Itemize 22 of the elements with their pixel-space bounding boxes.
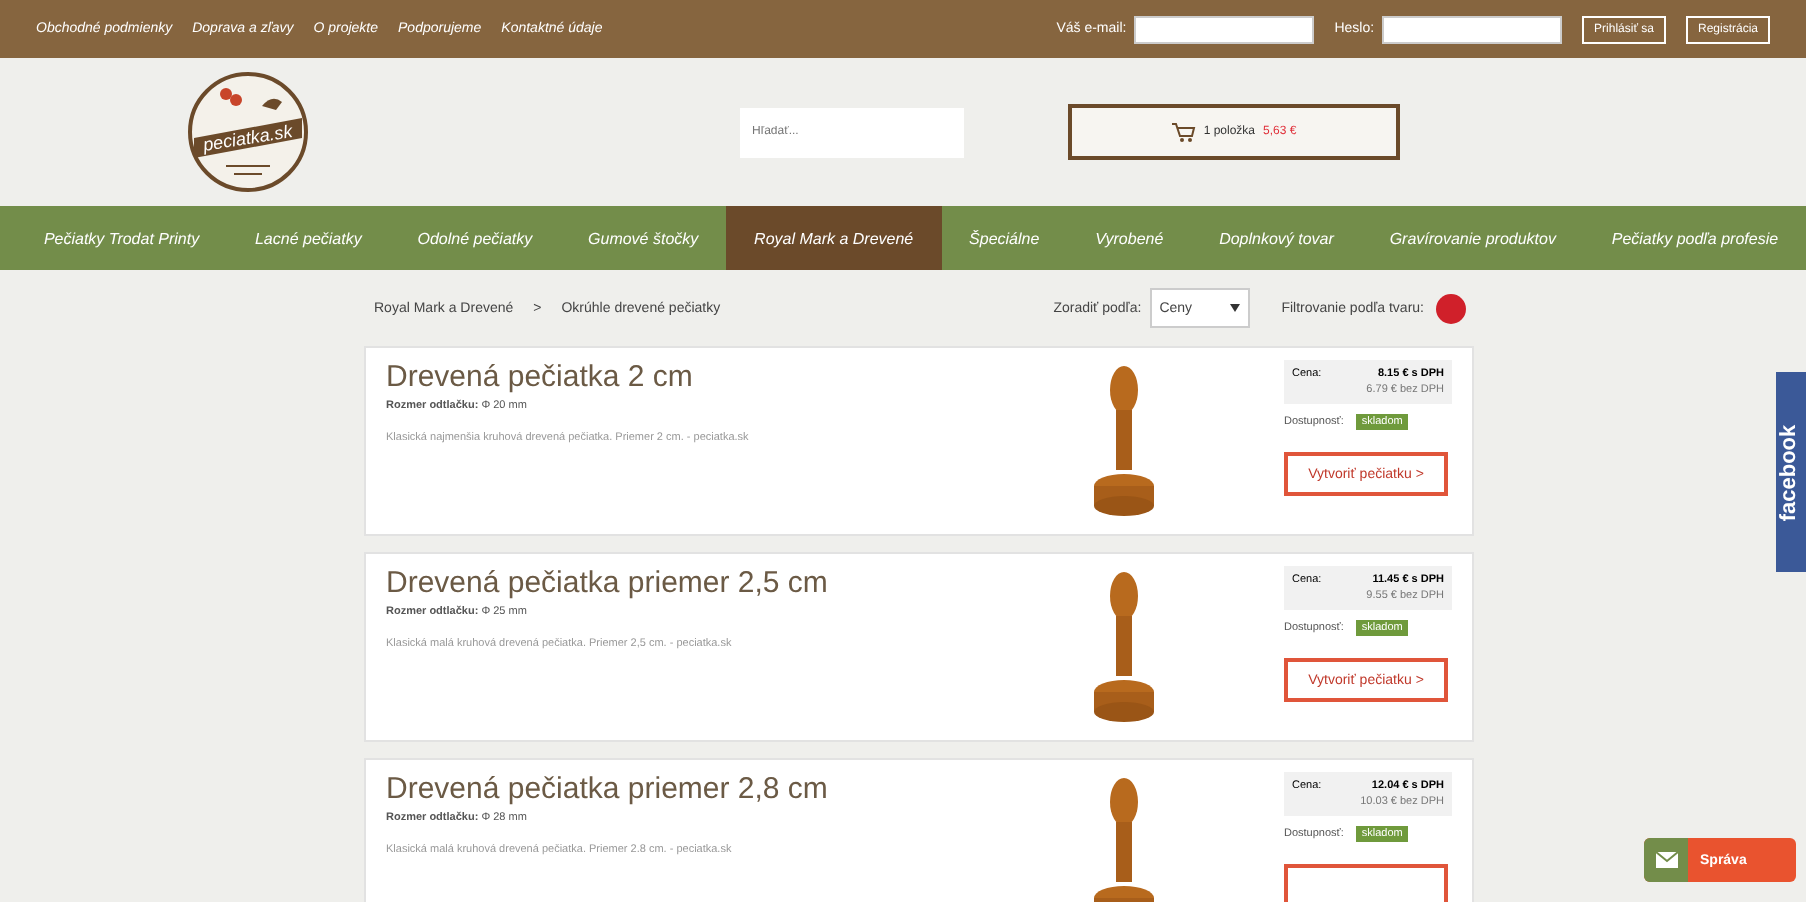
email-field[interactable] bbox=[1134, 15, 1315, 43]
shape-filter-dot[interactable] bbox=[1436, 293, 1466, 323]
product-title[interactable]: Drevená pečiatka priemer 2,8 cm bbox=[386, 772, 1084, 806]
product-title[interactable]: Drevená pečiatka priemer 2,5 cm bbox=[386, 566, 1084, 600]
nav-tab[interactable]: Pečiatky podľa profesie bbox=[1583, 206, 1806, 270]
nav-tab[interactable]: Vyrobené bbox=[1067, 206, 1192, 270]
nav-tab[interactable]: Royal Mark a Drevené bbox=[726, 206, 942, 270]
password-field[interactable] bbox=[1382, 15, 1563, 43]
create-stamp-button[interactable] bbox=[1284, 864, 1448, 902]
dropdown-caret-icon bbox=[1229, 304, 1240, 312]
cart-icon bbox=[1171, 122, 1196, 142]
product-title[interactable]: Drevená pečiatka 2 cm bbox=[386, 360, 1084, 394]
nav-tab[interactable]: Špeciálne bbox=[941, 206, 1068, 270]
nav-tab[interactable]: Doplnkový tovar bbox=[1191, 206, 1362, 270]
nav-tab[interactable]: Lacné pečiatky bbox=[227, 206, 390, 270]
facebook-tab[interactable]: facebook bbox=[1776, 372, 1806, 572]
nav-tab[interactable]: Gumové štočky bbox=[560, 206, 727, 270]
nav-tab[interactable]: Gravírovanie produktov bbox=[1361, 206, 1584, 270]
envelope-icon bbox=[1655, 852, 1677, 868]
nav-tab[interactable]: Odolné pečiatky bbox=[389, 206, 561, 270]
logo[interactable]: peciatka.sk bbox=[186, 70, 310, 194]
nav-tab[interactable]: Pečiatky Trodat Printy bbox=[16, 206, 228, 270]
